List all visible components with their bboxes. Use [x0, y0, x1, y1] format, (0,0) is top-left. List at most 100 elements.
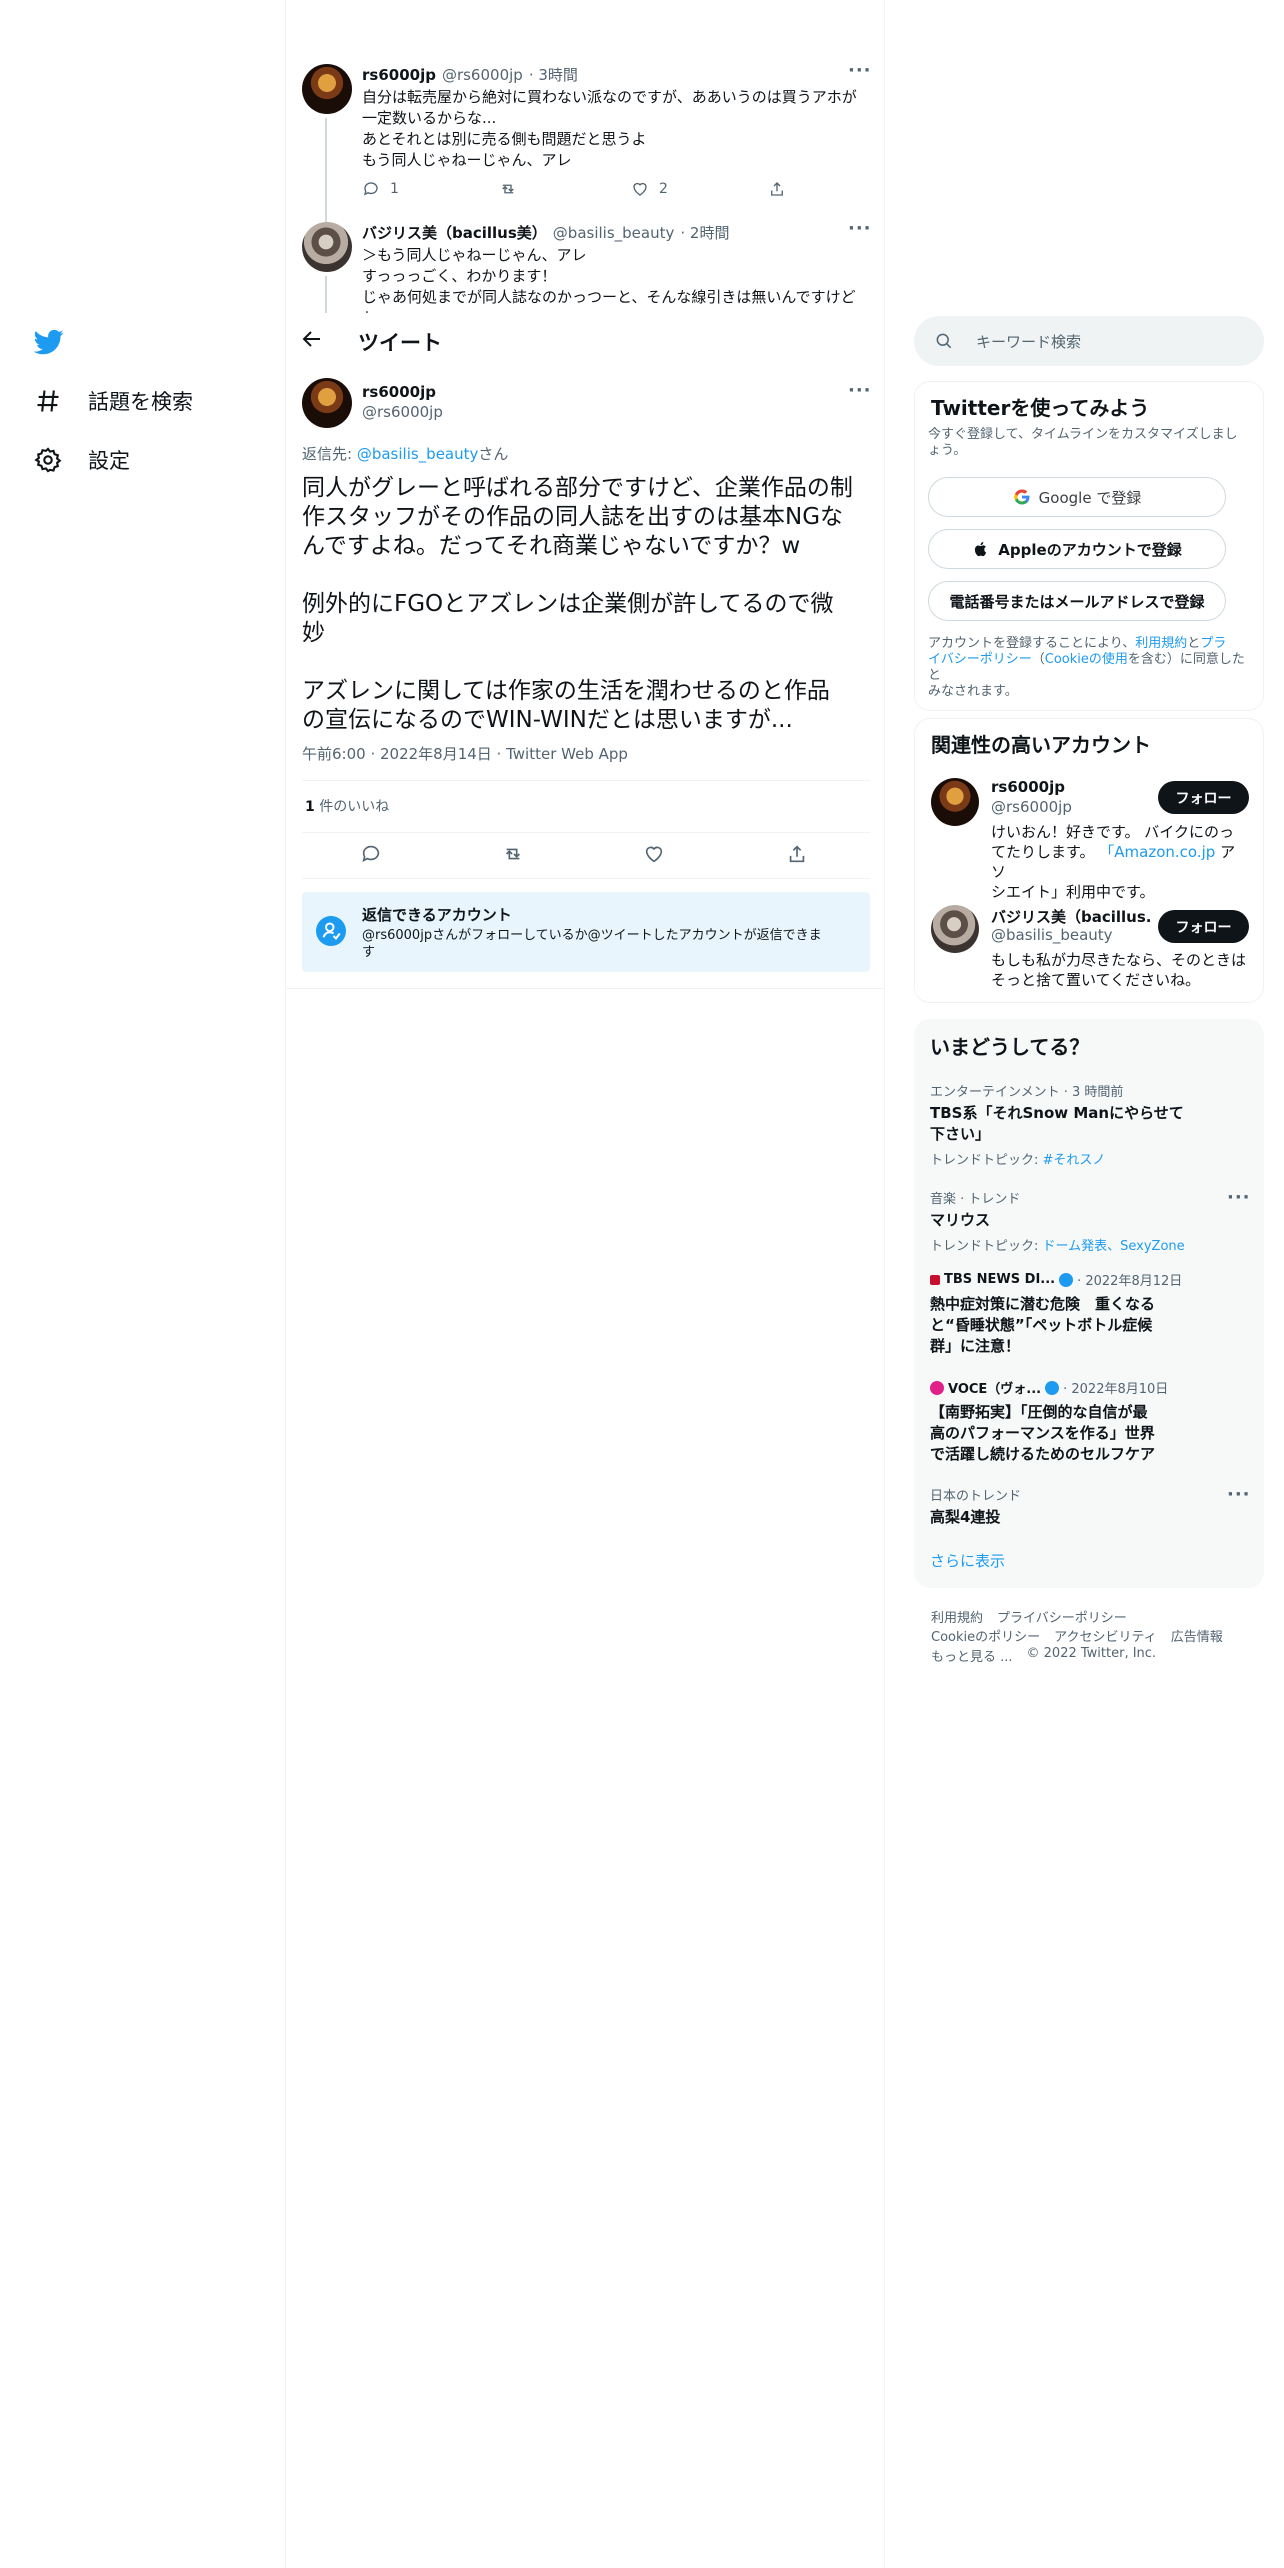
- privacy-link[interactable]: プラ: [1200, 636, 1226, 651]
- tweet-author-handle[interactable]: @rs6000jp: [362, 403, 443, 421]
- more-icon[interactable]: ···: [1227, 1484, 1251, 1505]
- tweet-author-name[interactable]: バジリス美（bacillus美）: [362, 222, 547, 243]
- nav-explore[interactable]: 話題を検索: [34, 386, 193, 416]
- notice-text-line: す: [362, 945, 376, 960]
- cookie-link[interactable]: Cookieの使用: [1045, 652, 1128, 667]
- footer-link[interactable]: Cookieのポリシー: [931, 1626, 1040, 1645]
- reply-button[interactable]: 1: [362, 180, 399, 198]
- bio-link[interactable]: 「Amazon.co.jp: [1099, 843, 1215, 861]
- avatar[interactable]: [302, 64, 352, 114]
- avatar[interactable]: [931, 905, 979, 953]
- account-handle[interactable]: @rs6000jp: [991, 798, 1072, 816]
- privacy-link-cont[interactable]: イバシーポリシー: [928, 652, 1032, 667]
- terms-link[interactable]: 利用規約: [1135, 636, 1187, 651]
- heart-icon: [633, 182, 647, 196]
- trend-item[interactable]: TBS NEWS DI... · 2022年8月12日 熱中症対策に潜む危険 重…: [930, 1270, 1248, 1357]
- apple-signup-button[interactable]: Appleのアカウントで登録: [928, 529, 1226, 569]
- trend-source: TBS NEWS DI... · 2022年8月12日: [930, 1270, 1248, 1289]
- reply-restriction-notice: 返信できるアカウント @rs6000jpさんがフォローしているか@ツイートしたア…: [302, 892, 870, 972]
- tweet-timestamp[interactable]: 午前6:00 · 2022年8月14日 · Twitter Web App: [302, 743, 628, 764]
- tweet-author-name[interactable]: rs6000jp: [362, 66, 436, 84]
- like-count: 2: [659, 181, 668, 197]
- more-icon[interactable]: ···: [848, 60, 872, 81]
- like-button[interactable]: [643, 843, 665, 865]
- avatar[interactable]: [931, 778, 979, 826]
- retweet-button[interactable]: [499, 180, 517, 198]
- legal-text: みなされます。: [928, 684, 1018, 699]
- tweet-text-line: あとそれとは別に売る側も問題だと思うよ: [362, 130, 647, 148]
- signup-legal: アカウントを登録することにより、利用規約とプラ イバシーポリシー（Cookieの…: [928, 636, 1246, 700]
- likes-summary[interactable]: 1 件のいいね: [305, 796, 389, 816]
- tweet-time[interactable]: · 3時間: [529, 64, 578, 85]
- tweet-author-handle[interactable]: @basilis_beauty: [553, 224, 675, 242]
- thread-connector: [325, 118, 327, 222]
- topic-label: トレンドトピック:: [930, 1153, 1043, 1168]
- footer-copyright: © 2022 Twitter, Inc.: [1026, 1646, 1157, 1661]
- signup-subtitle: 今すぐ登録して、タイムラインをカスタマイズしまし ょう。: [928, 427, 1238, 459]
- footer-more[interactable]: もっと見る ...: [931, 1646, 1013, 1665]
- signup-subtitle-line: 今すぐ登録して、タイムラインをカスタマイズしまし: [928, 427, 1238, 442]
- source-name: VOCE（ヴォ...: [948, 1382, 1042, 1397]
- trend-topics: トレンドトピック: ドーム発表、SexyZone: [930, 1235, 1248, 1254]
- footer-link[interactable]: プライバシーポリシー: [997, 1607, 1127, 1626]
- like-button[interactable]: 2: [631, 180, 668, 198]
- bio-line: けいおん！好きです。 バイクにのっ: [991, 823, 1234, 841]
- trend-title: 群」に注意！: [930, 1337, 1021, 1355]
- reply-icon: [362, 845, 380, 862]
- share-button[interactable]: [786, 843, 808, 865]
- tweet-author-handle[interactable]: @rs6000jp: [442, 66, 523, 84]
- person-check-icon: [316, 916, 346, 946]
- verified-icon: [1045, 1380, 1060, 1395]
- footer-link[interactable]: 利用規約: [931, 1607, 983, 1626]
- apple-signup-label: Appleのアカウントで登録: [998, 540, 1182, 559]
- retweet-icon: [502, 184, 514, 194]
- avatar[interactable]: [302, 222, 352, 272]
- more-icon[interactable]: ···: [1227, 1187, 1251, 1208]
- notice-text-line: @rs6000jpさんがフォローしているか@ツイートしたアカウントが返信できま: [362, 928, 822, 943]
- retweet-button[interactable]: [502, 843, 524, 865]
- more-icon[interactable]: ···: [848, 218, 872, 239]
- bio-text: てたりします。: [991, 843, 1100, 861]
- search-box[interactable]: キーワード検索: [914, 316, 1264, 366]
- account-name[interactable]: バジリス美（bacillus...: [991, 906, 1151, 927]
- nav-settings[interactable]: 設定: [34, 445, 130, 475]
- topic-label: トレンドトピック:: [930, 1239, 1043, 1254]
- trend-title: 高梨4連投: [930, 1508, 1001, 1526]
- reply-button[interactable]: [360, 843, 382, 865]
- trend-title: 下さい」: [930, 1125, 991, 1143]
- topic-link[interactable]: ドーム発表、SexyZone: [1043, 1239, 1185, 1254]
- footer-link[interactable]: 広告情報: [1171, 1626, 1223, 1645]
- bio-line: シエイト」利用中です。: [991, 883, 1155, 901]
- legal-text: と: [1187, 636, 1201, 651]
- account-handle[interactable]: @basilis_beauty: [991, 926, 1113, 944]
- trend-item[interactable]: VOCE（ヴォ... · 2022年8月10日 【南野拓実】「圧倒的な自信が最 …: [930, 1378, 1248, 1465]
- nav-explore-label: 話題を検索: [88, 390, 193, 414]
- source-date: · 2022年8月10日: [1063, 1382, 1169, 1397]
- search-input[interactable]: キーワード検索: [976, 331, 1081, 352]
- share-button[interactable]: [768, 180, 786, 198]
- topic-link[interactable]: #それスノ: [1043, 1153, 1106, 1168]
- trend-item[interactable]: 日本のトレンド 高梨4連投: [930, 1485, 1248, 1528]
- follow-button[interactable]: フォロー: [1158, 781, 1249, 814]
- reply-to-link[interactable]: @basilis_beauty: [357, 445, 479, 463]
- google-signup-button[interactable]: Google で登録: [928, 477, 1226, 517]
- related-accounts-card: 関連性の高いアカウント rs6000jp @rs6000jp フォロー けいおん…: [914, 718, 1264, 1003]
- follow-button[interactable]: フォロー: [1158, 910, 1249, 943]
- trend-item[interactable]: エンターテインメント · 3 時間前 TBS系「それSnow Manにやらせて …: [930, 1081, 1248, 1168]
- twitter-logo-icon[interactable]: [33, 327, 64, 357]
- trend-item[interactable]: 音楽 · トレンド マリウス トレンドトピック: ドーム発表、SexyZone: [930, 1188, 1248, 1254]
- account-bio: けいおん！好きです。 バイクにのっ てたりします。 「Amazon.co.jp …: [991, 822, 1246, 902]
- back-arrow-icon[interactable]: [300, 327, 328, 355]
- show-more-link[interactable]: さらに表示: [930, 1550, 1005, 1571]
- footer-link[interactable]: アクセシビリティ: [1054, 1626, 1157, 1645]
- trend-source: VOCE（ヴォ... · 2022年8月10日: [930, 1378, 1248, 1397]
- avatar[interactable]: [302, 378, 352, 428]
- search-icon: [936, 333, 952, 349]
- footer-line: 利用規約 プライバシーポリシー: [931, 1607, 1127, 1626]
- page-title: ツイート: [358, 331, 442, 355]
- more-icon[interactable]: ···: [848, 380, 872, 401]
- tweet-time[interactable]: · 2時間: [680, 222, 729, 243]
- phone-signup-button[interactable]: 電話番号またはメールアドレスで登録: [928, 581, 1226, 621]
- account-name[interactable]: rs6000jp: [991, 778, 1065, 796]
- tweet-author-name[interactable]: rs6000jp: [362, 383, 436, 401]
